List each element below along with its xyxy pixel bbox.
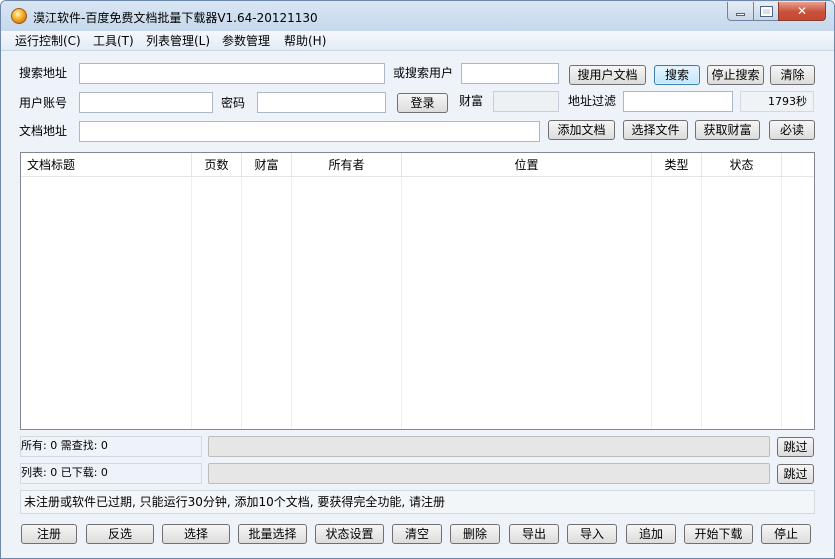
append-button[interactable]: 追加: [626, 524, 676, 544]
remaining-time-display: 1793秒: [740, 91, 814, 112]
menu-run-control[interactable]: 运行控制(C): [15, 33, 81, 49]
search-user-docs-button[interactable]: 搜用户文档: [569, 65, 646, 85]
stop-search-button[interactable]: 停止搜索: [707, 65, 764, 85]
document-list[interactable]: 文档标题 页数 财富 所有者 位置 类型 状态: [20, 152, 815, 430]
title-bar[interactable]: 漠江软件-百度免费文档批量下载器V1.64-20121130 ✕: [1, 1, 834, 31]
choose-file-button[interactable]: 选择文件: [623, 120, 688, 140]
wealth-field: [493, 91, 559, 112]
maximize-icon: [754, 2, 778, 20]
column-wealth[interactable]: 财富: [242, 153, 292, 177]
column-divider: [701, 177, 702, 429]
total-count-panel: [20, 436, 202, 457]
get-wealth-button[interactable]: 获取财富: [695, 120, 760, 140]
import-button[interactable]: 导入: [567, 524, 617, 544]
register-button[interactable]: 注册: [21, 524, 77, 544]
menu-list-management[interactable]: 列表管理(L): [146, 33, 210, 49]
column-owner[interactable]: 所有者: [292, 153, 402, 177]
user-account-label: 用户账号: [19, 96, 68, 110]
skip-button-1[interactable]: 跳过: [777, 437, 814, 457]
delete-button[interactable]: 删除: [450, 524, 500, 544]
column-divider: [241, 177, 242, 429]
app-icon: [11, 8, 27, 24]
column-divider: [191, 177, 192, 429]
search-progress-bar: [208, 436, 770, 457]
list-header: 文档标题 页数 财富 所有者 位置 类型 状态: [21, 153, 814, 177]
column-pages[interactable]: 页数: [192, 153, 242, 177]
column-status[interactable]: 状态: [702, 153, 782, 177]
search-address-input[interactable]: [79, 63, 385, 84]
invert-selection-button[interactable]: 反选: [86, 524, 154, 544]
menu-help[interactable]: 帮助(H): [284, 33, 326, 49]
address-filter-label: 地址过滤: [568, 94, 617, 108]
start-download-button[interactable]: 开始下载: [684, 524, 753, 544]
export-button[interactable]: 导出: [509, 524, 559, 544]
status-settings-button[interactable]: 状态设置: [315, 524, 384, 544]
column-divider: [291, 177, 292, 429]
stop-button[interactable]: 停止: [761, 524, 811, 544]
document-address-label: 文档地址: [19, 124, 68, 138]
search-button[interactable]: 搜索: [654, 65, 700, 85]
list-count-panel: [20, 463, 202, 484]
login-button[interactable]: 登录: [397, 93, 448, 113]
column-divider: [781, 177, 782, 429]
minimize-icon: [728, 2, 753, 20]
search-address-label: 搜索地址: [19, 66, 68, 80]
column-filler: [782, 153, 814, 177]
app-window: 漠江软件-百度免费文档批量下载器V1.64-20121130 ✕ 运行控制(C)…: [0, 0, 835, 559]
menu-tools[interactable]: 工具(T): [93, 33, 134, 49]
must-read-button[interactable]: 必读: [769, 120, 815, 140]
skip-button-2[interactable]: 跳过: [777, 464, 814, 484]
column-location[interactable]: 位置: [402, 153, 652, 177]
download-progress-bar: [208, 463, 770, 484]
add-document-button[interactable]: 添加文档: [548, 120, 615, 140]
column-title[interactable]: 文档标题: [21, 153, 192, 177]
column-divider: [651, 177, 652, 429]
batch-select-button[interactable]: 批量选择: [238, 524, 307, 544]
menu-bar: 运行控制(C) 工具(T) 列表管理(L) 参数管理 帮助(H): [1, 31, 834, 51]
clear-button[interactable]: 清除: [770, 65, 815, 85]
window-title: 漠江软件-百度免费文档批量下载器V1.64-20121130: [33, 11, 318, 25]
column-type[interactable]: 类型: [652, 153, 702, 177]
registration-notice: 未注册或软件已过期, 只能运行30分钟, 添加10个文档, 要获得完全功能, 请…: [20, 490, 815, 514]
password-label: 密码: [221, 96, 246, 110]
close-button[interactable]: ✕: [778, 2, 826, 21]
select-button[interactable]: 选择: [162, 524, 230, 544]
clear-all-button[interactable]: 清空: [392, 524, 442, 544]
wealth-label: 财富: [459, 94, 484, 108]
menu-parameters[interactable]: 参数管理: [222, 33, 270, 49]
column-divider: [401, 177, 402, 429]
close-icon: ✕: [796, 4, 808, 18]
user-account-input[interactable]: [79, 92, 213, 113]
maximize-button[interactable]: [753, 2, 779, 21]
search-user-input[interactable]: [461, 63, 559, 84]
minimize-button[interactable]: [727, 2, 754, 21]
password-input[interactable]: [257, 92, 386, 113]
address-filter-input[interactable]: [623, 91, 733, 112]
document-address-input[interactable]: [79, 121, 540, 142]
search-user-label: 或搜索用户: [393, 66, 454, 80]
